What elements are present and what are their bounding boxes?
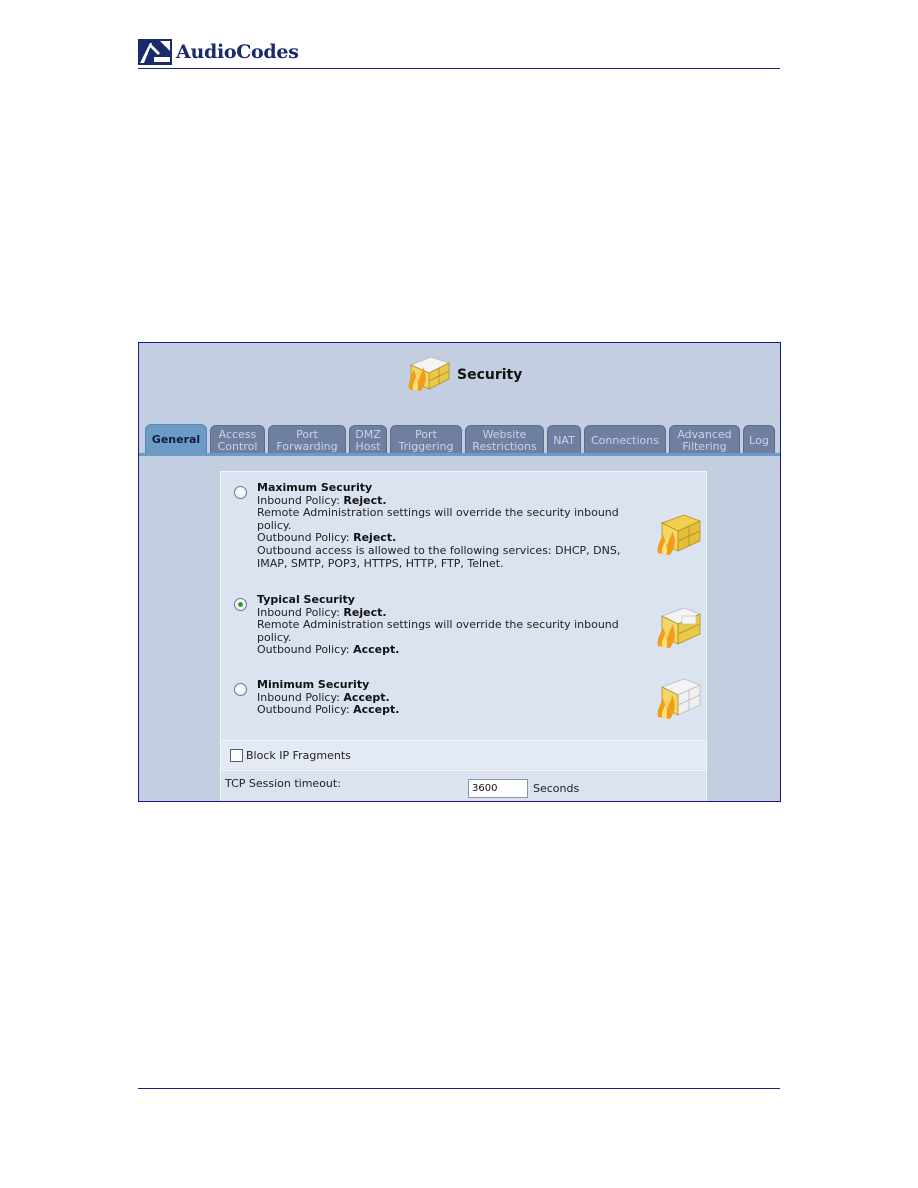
tab-label: Connections — [591, 433, 659, 447]
audiocodes-logo-icon — [138, 39, 172, 65]
header-divider — [138, 68, 780, 69]
option-description: Typical Security Inbound Policy: Reject.… — [257, 593, 642, 657]
tab-website-restrictions[interactable]: Website Restrictions — [465, 425, 544, 455]
tab-label: Access Control — [217, 427, 258, 453]
block-ip-fragments-checkbox[interactable] — [230, 749, 243, 762]
tab-label: Log — [749, 433, 769, 447]
tab-port-triggering[interactable]: Port Triggering — [390, 425, 462, 455]
page-title-text: Security — [457, 367, 523, 383]
tab-advanced-filtering[interactable]: Advanced Filtering — [669, 425, 740, 455]
option-minimum-security: Minimum Security Inbound Policy: Accept.… — [221, 677, 706, 737]
block-ip-fragments-label: Block IP Fragments — [246, 749, 351, 762]
outbound-label: Outbound Policy: — [257, 531, 354, 545]
tcp-session-unit: Seconds — [533, 782, 580, 795]
override-note: Remote Administration settings will over… — [257, 618, 619, 644]
audiocodes-logo: AudioCodes — [138, 38, 299, 66]
tab-connections[interactable]: Connections — [584, 425, 666, 455]
firewall-min-icon — [657, 678, 702, 719]
tab-label: DMZ Host — [355, 427, 381, 453]
tab-label: Port Forwarding — [276, 427, 338, 453]
tab-label: NAT — [553, 433, 575, 447]
firewall-max-icon — [657, 514, 702, 555]
inbound-label: Inbound Policy: — [257, 690, 344, 704]
tab-log[interactable]: Log — [743, 425, 775, 455]
radio-typical-security[interactable] — [234, 598, 247, 611]
firewall-icon — [405, 353, 451, 397]
tab-access-control[interactable]: Access Control — [210, 425, 265, 455]
outbound-label: Outbound Policy: — [257, 643, 354, 657]
inbound-value: Reject. — [343, 493, 387, 507]
tab-nat[interactable]: NAT — [547, 425, 581, 455]
firewall-typical-icon — [657, 607, 702, 648]
tcp-session-timeout-input[interactable] — [468, 779, 528, 798]
tab-bar-underline — [139, 453, 780, 456]
outbound-policy: Outbound Policy: Accept. — [257, 644, 642, 657]
inbound-label: Inbound Policy: — [257, 605, 344, 619]
tab-bar: General Access Control Port Forwarding D… — [145, 423, 778, 455]
radio-minimum-security[interactable] — [234, 683, 247, 696]
option-description: Minimum Security Inbound Policy: Accept.… — [257, 678, 642, 717]
outbound-policy: Outbound Policy: Accept. — [257, 703, 642, 717]
footer-divider — [138, 1088, 780, 1089]
option-maximum-security: Maximum Security Inbound Policy: Reject.… — [221, 480, 706, 588]
inbound-value: Reject. — [343, 605, 387, 619]
brand-name: AudioCodes — [176, 41, 299, 63]
tab-label: Advanced Filtering — [677, 427, 732, 453]
tab-dmz-host[interactable]: DMZ Host — [349, 425, 387, 455]
tcp-session-timeout-label: TCP Session timeout: — [225, 777, 341, 790]
inbound-value: Accept. — [343, 690, 390, 704]
tcp-session-row: TCP Session timeout: Seconds — [221, 771, 706, 801]
allowed-services: Outbound access is allowed to the follow… — [257, 543, 621, 570]
inbound-label: Inbound Policy: — [257, 493, 344, 507]
option-description: Maximum Security Inbound Policy: Reject.… — [257, 481, 642, 570]
security-settings-panel: Maximum Security Inbound Policy: Reject.… — [220, 471, 707, 801]
block-ip-fragments-row: Block IP Fragments — [221, 741, 706, 769]
page-title: Security — [405, 353, 522, 397]
tab-label: General — [151, 433, 201, 446]
security-screenshot: Security General Access Control Port For… — [138, 342, 781, 802]
option-typical-security: Typical Security Inbound Policy: Reject.… — [221, 592, 706, 672]
tab-label: Port Triggering — [398, 427, 454, 453]
outbound-value: Reject. — [353, 531, 397, 545]
outbound-value: Accept. — [353, 643, 400, 657]
tab-port-forwarding[interactable]: Port Forwarding — [268, 425, 346, 455]
outbound-label: Outbound Policy: — [257, 703, 354, 717]
tab-general[interactable]: General — [145, 424, 207, 455]
outbound-value: Accept. — [353, 703, 400, 717]
tab-label: Website Restrictions — [472, 427, 537, 453]
radio-maximum-security[interactable] — [234, 486, 247, 499]
override-note: Remote Administration settings will over… — [257, 506, 619, 532]
security-level-options: Maximum Security Inbound Policy: Reject.… — [221, 472, 706, 740]
